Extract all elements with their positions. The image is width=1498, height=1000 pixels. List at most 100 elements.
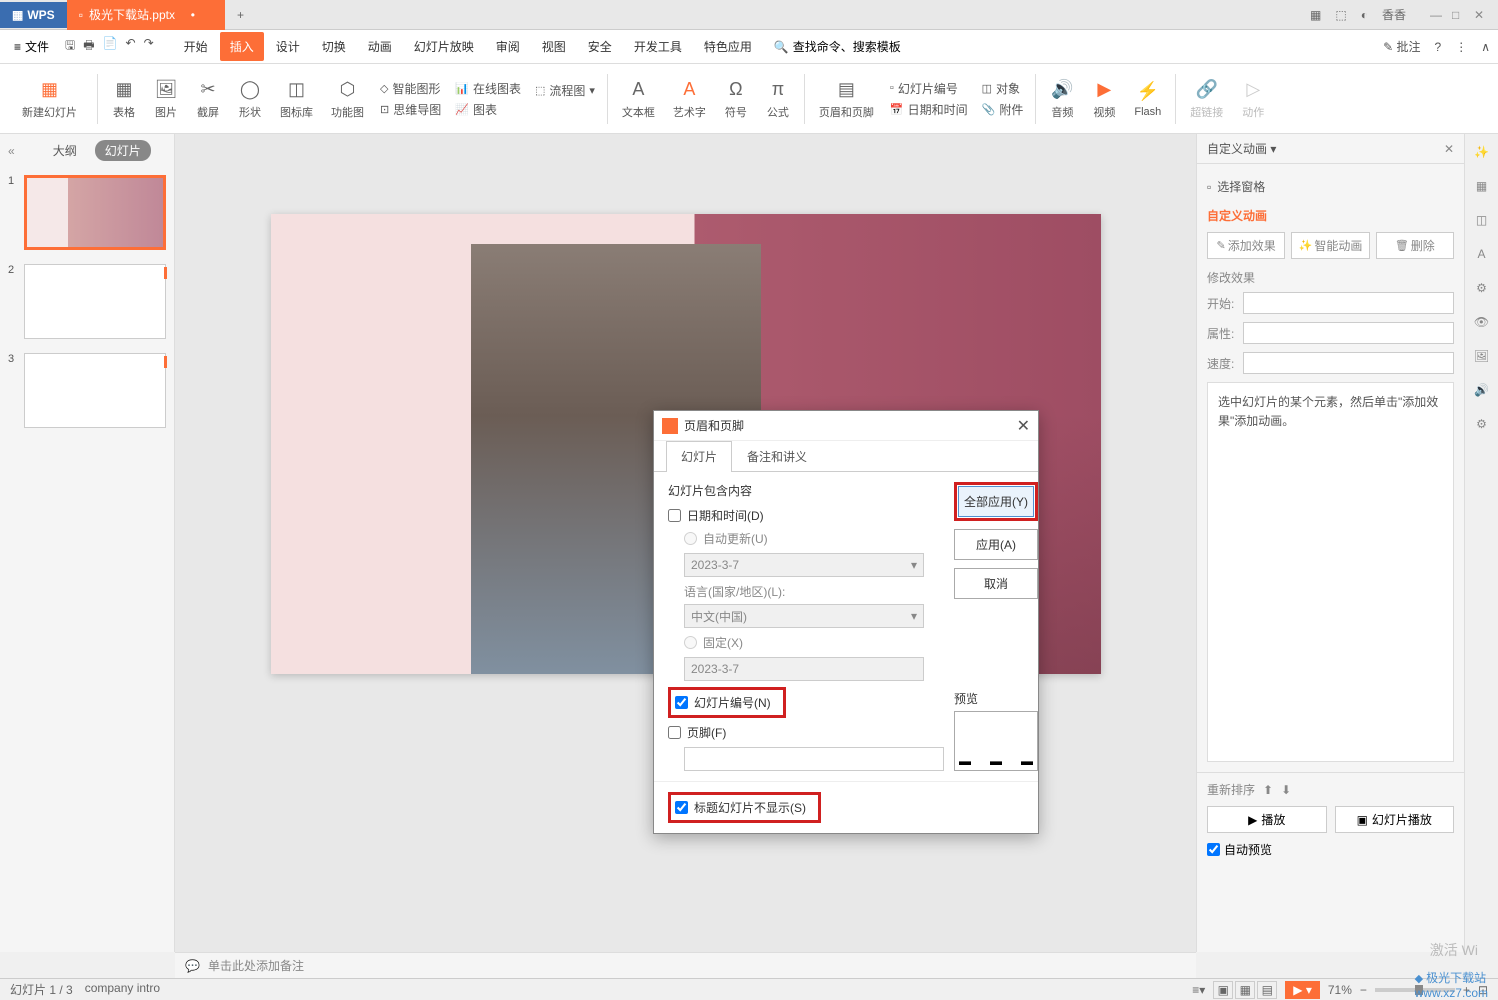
delete-button[interactable]: 🗑 删除 xyxy=(1376,232,1454,259)
audio-button[interactable]: 🔊音频 xyxy=(1042,76,1082,122)
user-avatar[interactable]: ◐ xyxy=(1361,8,1368,22)
move-up-button[interactable]: ⬆ xyxy=(1263,783,1273,797)
collapse-ribbon[interactable]: ∧ xyxy=(1481,40,1490,54)
formula-button[interactable]: π公式 xyxy=(758,76,798,122)
file-menu[interactable]: ≡ 文件 xyxy=(8,34,55,59)
apply-button[interactable]: 应用(A) xyxy=(954,529,1038,560)
move-down-button[interactable]: ⬇ xyxy=(1281,783,1291,797)
prop-select[interactable] xyxy=(1243,322,1454,344)
help-button[interactable]: ? xyxy=(1435,40,1442,54)
mindmap-button[interactable]: ⊡ 思维导图 xyxy=(380,101,441,118)
more-button[interactable]: ⋮ xyxy=(1455,40,1467,54)
slidenumber-button[interactable]: ▫ 幻灯片编号 xyxy=(890,80,968,97)
smart-anim-button[interactable]: ✨ 智能动画 xyxy=(1291,232,1369,259)
save-icon[interactable]: 🖫 xyxy=(65,36,75,57)
textbox-button[interactable]: A文本框 xyxy=(614,76,663,122)
slide-thumbnail-2[interactable]: 2 xyxy=(8,264,166,339)
slideshow-button[interactable]: ▣ 幻灯片播放 xyxy=(1335,806,1455,833)
tab-insert[interactable]: 插入 xyxy=(220,32,264,61)
add-effect-button[interactable]: ✎ 添加效果 xyxy=(1207,232,1285,259)
table-button[interactable]: ▦表格 xyxy=(104,76,144,122)
gift-icon[interactable]: ⬚ xyxy=(1335,8,1346,22)
notes-toggle[interactable]: ≡▾ xyxy=(1192,983,1205,997)
annotate-button[interactable]: ✎ 批注 xyxy=(1383,38,1420,55)
print-icon[interactable]: 🖶 xyxy=(83,36,94,57)
wordart-button[interactable]: A艺术字 xyxy=(665,76,714,122)
undo-icon[interactable]: ↶ xyxy=(126,36,136,57)
slides-tab[interactable]: 幻灯片 xyxy=(95,140,151,161)
font-icon[interactable]: A xyxy=(1472,244,1492,264)
hyperlink-button[interactable]: 🔗超链接 xyxy=(1182,76,1231,122)
notes-bar[interactable]: 💬 单击此处添加备注 xyxy=(175,952,1196,978)
screenshot-button[interactable]: ✂截屏 xyxy=(188,76,228,122)
apply-all-button[interactable]: 全部应用(Y) xyxy=(958,486,1034,517)
shape-button[interactable]: ◯形状 xyxy=(230,76,270,122)
chart-button[interactable]: 📈 图表 xyxy=(455,101,521,118)
tab-transition[interactable]: 切换 xyxy=(312,32,356,61)
start-select[interactable] xyxy=(1243,292,1454,314)
grid-icon[interactable]: ▦ xyxy=(1310,8,1321,22)
autoupdate-radio[interactable]: 自动更新(U) xyxy=(684,530,944,547)
zoom-out[interactable]: − xyxy=(1360,983,1367,997)
sorter-view[interactable]: ▦ xyxy=(1235,981,1255,999)
minimize-button[interactable]: — xyxy=(1430,8,1444,22)
file-tab[interactable]: ▫ 极光下载站.pptx • xyxy=(67,0,225,30)
search-command[interactable]: 🔍 查找命令、搜索模板 xyxy=(774,38,901,55)
select-icon[interactable]: ◫ xyxy=(1472,210,1492,230)
normal-view[interactable]: ▣ xyxy=(1213,981,1233,999)
collapse-panel-button[interactable]: « xyxy=(8,144,15,158)
redo-icon[interactable]: ↷ xyxy=(144,36,154,57)
funcchart-button[interactable]: ⬡功能图 xyxy=(323,76,372,122)
settings-icon[interactable]: ⚙ xyxy=(1472,414,1492,434)
adjust-icon[interactable]: ⚙ xyxy=(1472,278,1492,298)
outline-tab[interactable]: 大纲 xyxy=(43,140,87,161)
cancel-button[interactable]: 取消 xyxy=(954,568,1038,599)
tab-animation[interactable]: 动画 xyxy=(358,32,402,61)
datetime-checkbox[interactable]: 日期和时间(D) xyxy=(668,507,944,524)
header-footer-button[interactable]: ▤页眉和页脚 xyxy=(811,76,882,122)
image-icon[interactable]: 🖼 xyxy=(1472,346,1492,366)
reading-view[interactable]: ▤ xyxy=(1257,981,1277,999)
select-pane-link[interactable]: ▫ 选择窗格 xyxy=(1207,174,1454,199)
anim-tool-icon[interactable]: ✨ xyxy=(1472,142,1492,162)
dialog-tab-slide[interactable]: 幻灯片 xyxy=(666,441,732,472)
tab-design[interactable]: 设计 xyxy=(266,32,310,61)
tab-special[interactable]: 特色应用 xyxy=(694,32,762,61)
footer-checkbox[interactable]: 页脚(F) xyxy=(668,724,944,741)
slide-thumbnail-1[interactable]: 1 xyxy=(8,175,166,250)
attachment-button[interactable]: 📎 附件 xyxy=(982,101,1024,118)
symbol-button[interactable]: Ω符号 xyxy=(716,76,756,122)
dialog-close-button[interactable]: ✕ xyxy=(1017,416,1030,436)
tab-devtools[interactable]: 开发工具 xyxy=(624,32,692,61)
dialog-tab-notes[interactable]: 备注和讲义 xyxy=(732,441,822,471)
tab-security[interactable]: 安全 xyxy=(578,32,622,61)
slide-thumbnail-3[interactable]: 3 xyxy=(8,353,166,428)
tab-start[interactable]: 开始 xyxy=(174,32,218,61)
action-button[interactable]: ▷动作 xyxy=(1233,76,1273,122)
preview-icon[interactable]: 📄 xyxy=(103,36,118,57)
fixed-date-input[interactable]: 2023-3-7 xyxy=(684,657,924,681)
layers-icon[interactable]: ▦ xyxy=(1472,176,1492,196)
picture-button[interactable]: 🖼图片 xyxy=(146,76,186,122)
iconlib-button[interactable]: ◫图标库 xyxy=(272,76,321,122)
video-button[interactable]: ▶视频 xyxy=(1084,76,1124,122)
flash-button[interactable]: ⚡Flash xyxy=(1126,78,1169,120)
panel-close-button[interactable]: ✕ xyxy=(1444,142,1454,156)
speed-select[interactable] xyxy=(1243,352,1454,374)
smartgraphic-button[interactable]: ◇ 智能图形 xyxy=(380,80,441,97)
tab-review[interactable]: 审阅 xyxy=(486,32,530,61)
new-slide-group[interactable]: ▦新建幻灯片 xyxy=(8,76,91,122)
footer-input[interactable] xyxy=(684,747,944,771)
speaker-icon[interactable]: 🔊 xyxy=(1472,380,1492,400)
autoplay-checkbox[interactable]: 自动预览 xyxy=(1207,841,1454,858)
flowchart-button[interactable]: ⬚ 流程图 ▾ xyxy=(535,82,595,99)
tab-slideshow[interactable]: 幻灯片放映 xyxy=(404,32,484,61)
close-button[interactable]: ✕ xyxy=(1474,8,1488,22)
object-button[interactable]: ◫ 对象 xyxy=(982,80,1024,97)
new-tab-button[interactable]: + xyxy=(225,2,256,28)
onlinechart-button[interactable]: 📊 在线图表 xyxy=(455,80,521,97)
title-hide-checkbox[interactable]: 标题幻灯片不显示(S) xyxy=(675,799,806,816)
date-select[interactable]: 2023-3-7▾ xyxy=(684,553,924,577)
lang-select[interactable]: 中文(中国)▾ xyxy=(684,604,924,628)
fixed-radio[interactable]: 固定(X) xyxy=(684,634,944,651)
